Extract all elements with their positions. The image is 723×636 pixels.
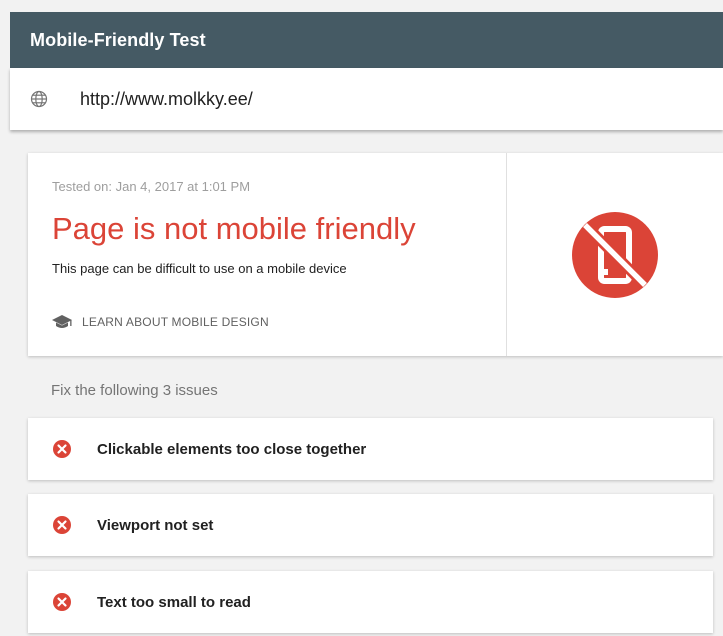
tested-on-timestamp: Tested on: Jan 4, 2017 at 1:01 PM <box>52 179 251 194</box>
error-icon <box>53 516 71 534</box>
school-icon <box>52 314 74 330</box>
error-icon <box>53 593 71 611</box>
app-title: Mobile-Friendly Test <box>30 29 206 50</box>
issue-label: Viewport not set <box>97 516 214 534</box>
app-header: Mobile-Friendly Test <box>10 12 723 68</box>
issues-heading: Fix the following 3 issues <box>51 382 218 399</box>
learn-mobile-design-link[interactable]: LEARN ABOUT MOBILE DESIGN <box>52 314 269 330</box>
not-mobile-friendly-icon <box>572 211 658 298</box>
issue-item[interactable]: Viewport not set <box>28 494 713 556</box>
result-description: This page can be difficult to use on a m… <box>52 261 347 276</box>
issue-label: Clickable elements too close together <box>97 440 367 458</box>
learn-link-label: LEARN ABOUT MOBILE DESIGN <box>82 315 269 329</box>
url-bar[interactable]: http://www.molkky.ee/ <box>10 68 723 130</box>
issue-item[interactable]: Text too small to read <box>28 571 713 633</box>
result-summary: Tested on: Jan 4, 2017 at 1:01 PM Page i… <box>28 153 507 356</box>
result-headline: Page is not mobile friendly <box>52 211 416 246</box>
globe-icon <box>28 88 50 110</box>
issue-label: Text too small to read <box>97 593 251 611</box>
page: Mobile-Friendly Test http://www.molkky.e… <box>0 0 723 636</box>
tested-url[interactable]: http://www.molkky.ee/ <box>80 89 253 110</box>
result-card: Tested on: Jan 4, 2017 at 1:01 PM Page i… <box>28 153 723 356</box>
issue-item[interactable]: Clickable elements too close together <box>28 418 713 480</box>
error-icon <box>53 440 71 458</box>
result-status <box>507 153 723 356</box>
